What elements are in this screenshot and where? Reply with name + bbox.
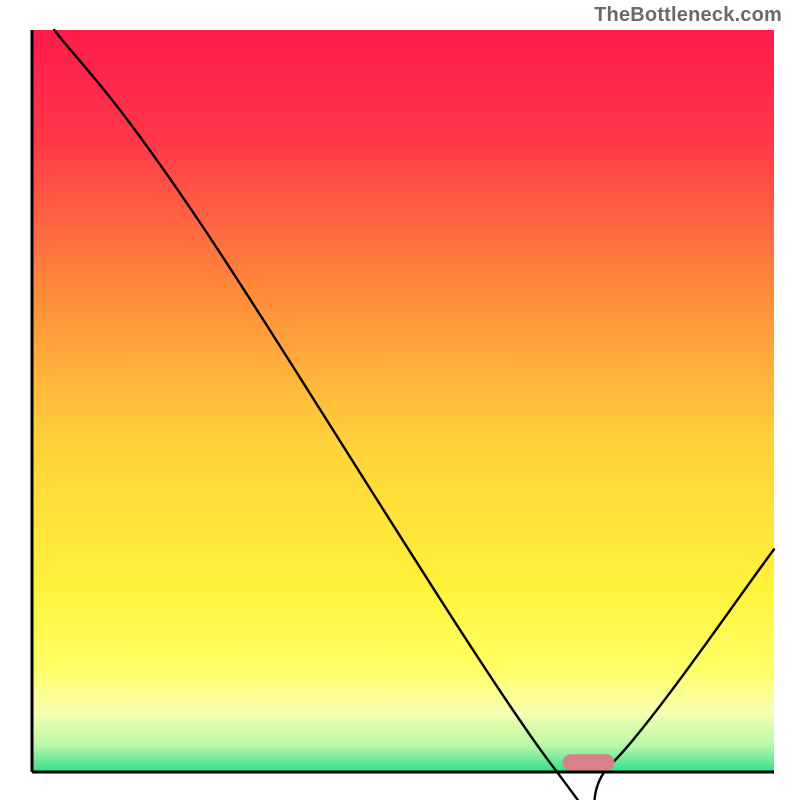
bottleneck-chart-svg [0, 0, 800, 800]
chart-container: TheBottleneck.com [0, 0, 800, 800]
sweet-spot-marker [563, 754, 615, 770]
watermark-text: TheBottleneck.com [594, 4, 782, 27]
